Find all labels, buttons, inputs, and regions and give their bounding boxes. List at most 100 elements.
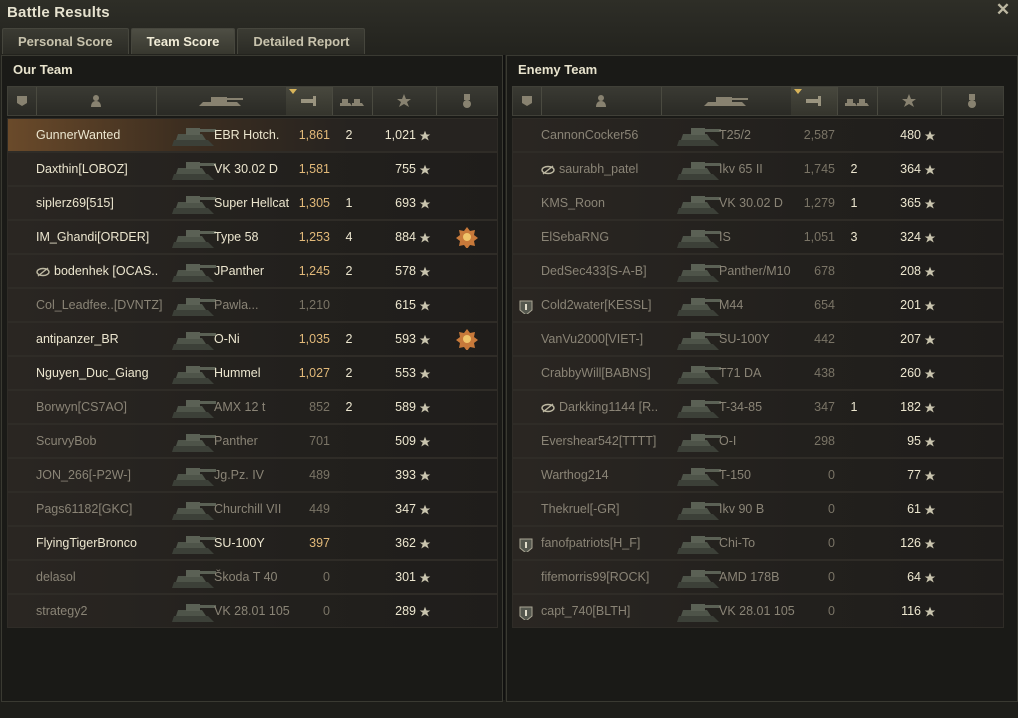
player-name-cell[interactable]: VanVu2000[VIET-] [541, 323, 681, 355]
player-name-cell[interactable]: Pags61182[GKC] [36, 493, 176, 525]
tank-image [673, 596, 723, 626]
player-name: fifemorris99[ROCK] [541, 570, 650, 584]
player-name-cell[interactable]: FlyingTigerBronco [36, 527, 176, 559]
player-name-cell[interactable]: Col_Leadfee..[DVNTZ] [36, 289, 176, 321]
player-row[interactable]: Darkking1144 [R.. T-34-85 347 1 182 [512, 390, 1004, 424]
player-row[interactable]: FlyingTigerBronco SU-100Y 397 362 [7, 526, 498, 560]
medals-column-header[interactable] [941, 87, 1003, 115]
player-row[interactable]: ScurvyBob Panther 701 509 [7, 424, 498, 458]
tank-image [673, 528, 723, 558]
player-row[interactable]: fanofpatriots[H_F] Chi-To 0 126 [512, 526, 1004, 560]
player-name-cell[interactable]: ElSebaRNG [541, 221, 681, 253]
tab-personal-score[interactable]: Personal Score [2, 28, 129, 54]
tank-name: Panther/M10 [719, 264, 791, 278]
player-row[interactable]: CrabbyWill[BABNS] T71 DA 438 260 [512, 356, 1004, 390]
player-name-cell[interactable]: IM_Ghandi[ORDER] [36, 221, 176, 253]
star-icon [924, 334, 936, 345]
medals-column-header[interactable] [436, 87, 497, 115]
player-row[interactable]: CannonCocker56 T25/2 2,587 480 [512, 118, 1004, 152]
xp-column-header[interactable] [372, 87, 437, 115]
player-name-cell[interactable]: Thekruel[-GR] [541, 493, 681, 525]
platoon-cell [519, 228, 535, 246]
player-row[interactable]: bodenhek [OCAS.. JPanther 1,245 2 578 [7, 254, 498, 288]
player-row[interactable]: Borwyn[CS7AO] AMX 12 t 852 2 589 [7, 390, 498, 424]
player-row[interactable]: Col_Leadfee..[DVNTZ] Pawla... 1,210 615 [7, 288, 498, 322]
player-name-cell[interactable]: delasol [36, 561, 176, 593]
player-row[interactable]: Pags61182[GKC] Churchill VII 449 347 [7, 492, 498, 526]
player-row[interactable]: capt_740[BLTH] VK 28.01 105 0 116 [512, 594, 1004, 628]
player-row[interactable]: DedSec433[S-A-B] Panther/M10 678 208 [512, 254, 1004, 288]
player-name: ElSebaRNG [541, 230, 610, 244]
tab-team-score[interactable]: Team Score [130, 28, 236, 54]
player-row[interactable]: IM_Ghandi[ORDER] Type 58 1,253 4 884 [7, 220, 498, 254]
vehicle-column-header[interactable] [156, 87, 287, 115]
player-row[interactable]: Cold2water[KESSL] M44 654 201 [512, 288, 1004, 322]
player-name-cell[interactable]: saurabh_patel [541, 153, 681, 185]
player-row[interactable]: Warthog214 T-150 0 77 [512, 458, 1004, 492]
tab-detailed-report[interactable]: Detailed Report [237, 28, 366, 54]
player-column-header[interactable] [36, 87, 157, 115]
player-row[interactable]: JON_266[-P2W-] Jg.Pz. IV 489 393 [7, 458, 498, 492]
player-name-cell[interactable]: Warthog214 [541, 459, 681, 491]
player-row[interactable]: fifemorris99[ROCK] AMD 178B 0 64 [512, 560, 1004, 594]
xp-value: 64 [907, 570, 921, 584]
player-row[interactable]: strategy2 VK 28.01 105 0 289 [7, 594, 498, 628]
player-row[interactable]: saurabh_patel Ikv 65 II 1,745 2 364 [512, 152, 1004, 186]
player-row[interactable]: VanVu2000[VIET-] SU-100Y 442 207 [512, 322, 1004, 356]
damage-column-header[interactable] [791, 87, 838, 115]
player-name-cell[interactable]: strategy2 [36, 595, 176, 627]
player-row[interactable]: Thekruel[-GR] Ikv 90 B 0 61 [512, 492, 1004, 526]
player-row[interactable]: GunnerWanted EBR Hotch. 1,861 2 1,021 [7, 118, 498, 152]
player-name-cell[interactable]: GunnerWanted [36, 119, 176, 151]
player-row[interactable]: delasol Škoda T 40 0 301 [7, 560, 498, 594]
player-name-cell[interactable]: DedSec433[S-A-B] [541, 255, 681, 287]
player-name-cell[interactable]: Darkking1144 [R.. [541, 391, 681, 423]
tank-silhouette-icon [172, 468, 216, 486]
vehicle-column-header[interactable] [661, 87, 792, 115]
player-name-cell[interactable]: Cold2water[KESSL] [541, 289, 681, 321]
player-row[interactable]: antipanzer_BR O-Ni 1,035 2 593 [7, 322, 498, 356]
player-name-cell[interactable]: bodenhek [OCAS.. [36, 255, 176, 287]
kills-value: 2 [345, 264, 353, 278]
medal-cell [961, 566, 985, 588]
player-name-cell[interactable]: Evershear542[TTTT] [541, 425, 681, 457]
player-name-cell[interactable]: Daxthin[LOBOZ] [36, 153, 176, 185]
player-row[interactable]: Daxthin[LOBOZ] VK 30.02 D 1,581 755 [7, 152, 498, 186]
kills-column-header[interactable] [332, 87, 373, 115]
player-name-cell[interactable]: antipanzer_BR [36, 323, 176, 355]
tank-silhouette-icon [172, 298, 216, 316]
player-name-cell[interactable]: capt_740[BLTH] [541, 595, 681, 627]
xp-column-header[interactable] [877, 87, 942, 115]
platoon-column-header[interactable] [513, 87, 542, 115]
player-row[interactable]: siplerz69[515] Super Hellcat 1,305 1 693 [7, 186, 498, 220]
player-name-cell[interactable]: ScurvyBob [36, 425, 176, 457]
xp-value: 301 [395, 570, 416, 584]
player-name-cell[interactable]: JON_266[-P2W-] [36, 459, 176, 491]
platoon-cell [14, 534, 30, 552]
player-name-cell[interactable]: fifemorris99[ROCK] [541, 561, 681, 593]
medal-cell[interactable] [456, 328, 480, 350]
close-icon[interactable]: ✕ [994, 1, 1012, 19]
player-row[interactable]: Nguyen_Duc_Giang Hummel 1,027 2 553 [7, 356, 498, 390]
player-row[interactable]: Evershear542[TTTT] O-I 298 95 [512, 424, 1004, 458]
player-name-cell[interactable]: Borwyn[CS7AO] [36, 391, 176, 423]
damage-column-header[interactable] [286, 87, 333, 115]
kills-value [336, 493, 362, 525]
player-name-cell[interactable]: CrabbyWill[BABNS] [541, 357, 681, 389]
player-name-cell[interactable]: siplerz69[515] [36, 187, 176, 219]
player-name-cell[interactable]: CannonCocker56 [541, 119, 681, 151]
medal-cell[interactable] [456, 226, 480, 248]
xp-value: 364 [900, 162, 921, 176]
player-column-header[interactable] [541, 87, 662, 115]
player-row[interactable]: KMS_Roon VK 30.02 D 1,279 1 365 [512, 186, 1004, 220]
xp-star [924, 459, 938, 491]
platoon-column-header[interactable] [8, 87, 37, 115]
damage-value: 347 [814, 400, 835, 414]
player-name-cell[interactable]: Nguyen_Duc_Giang [36, 357, 176, 389]
player-row[interactable]: ElSebaRNG IS 1,051 3 324 [512, 220, 1004, 254]
player-name-cell[interactable]: fanofpatriots[H_F] [541, 527, 681, 559]
player-name-cell[interactable]: KMS_Roon [541, 187, 681, 219]
kills-column-header[interactable] [837, 87, 878, 115]
tank-image [168, 290, 218, 320]
platoon-cell [14, 364, 30, 382]
